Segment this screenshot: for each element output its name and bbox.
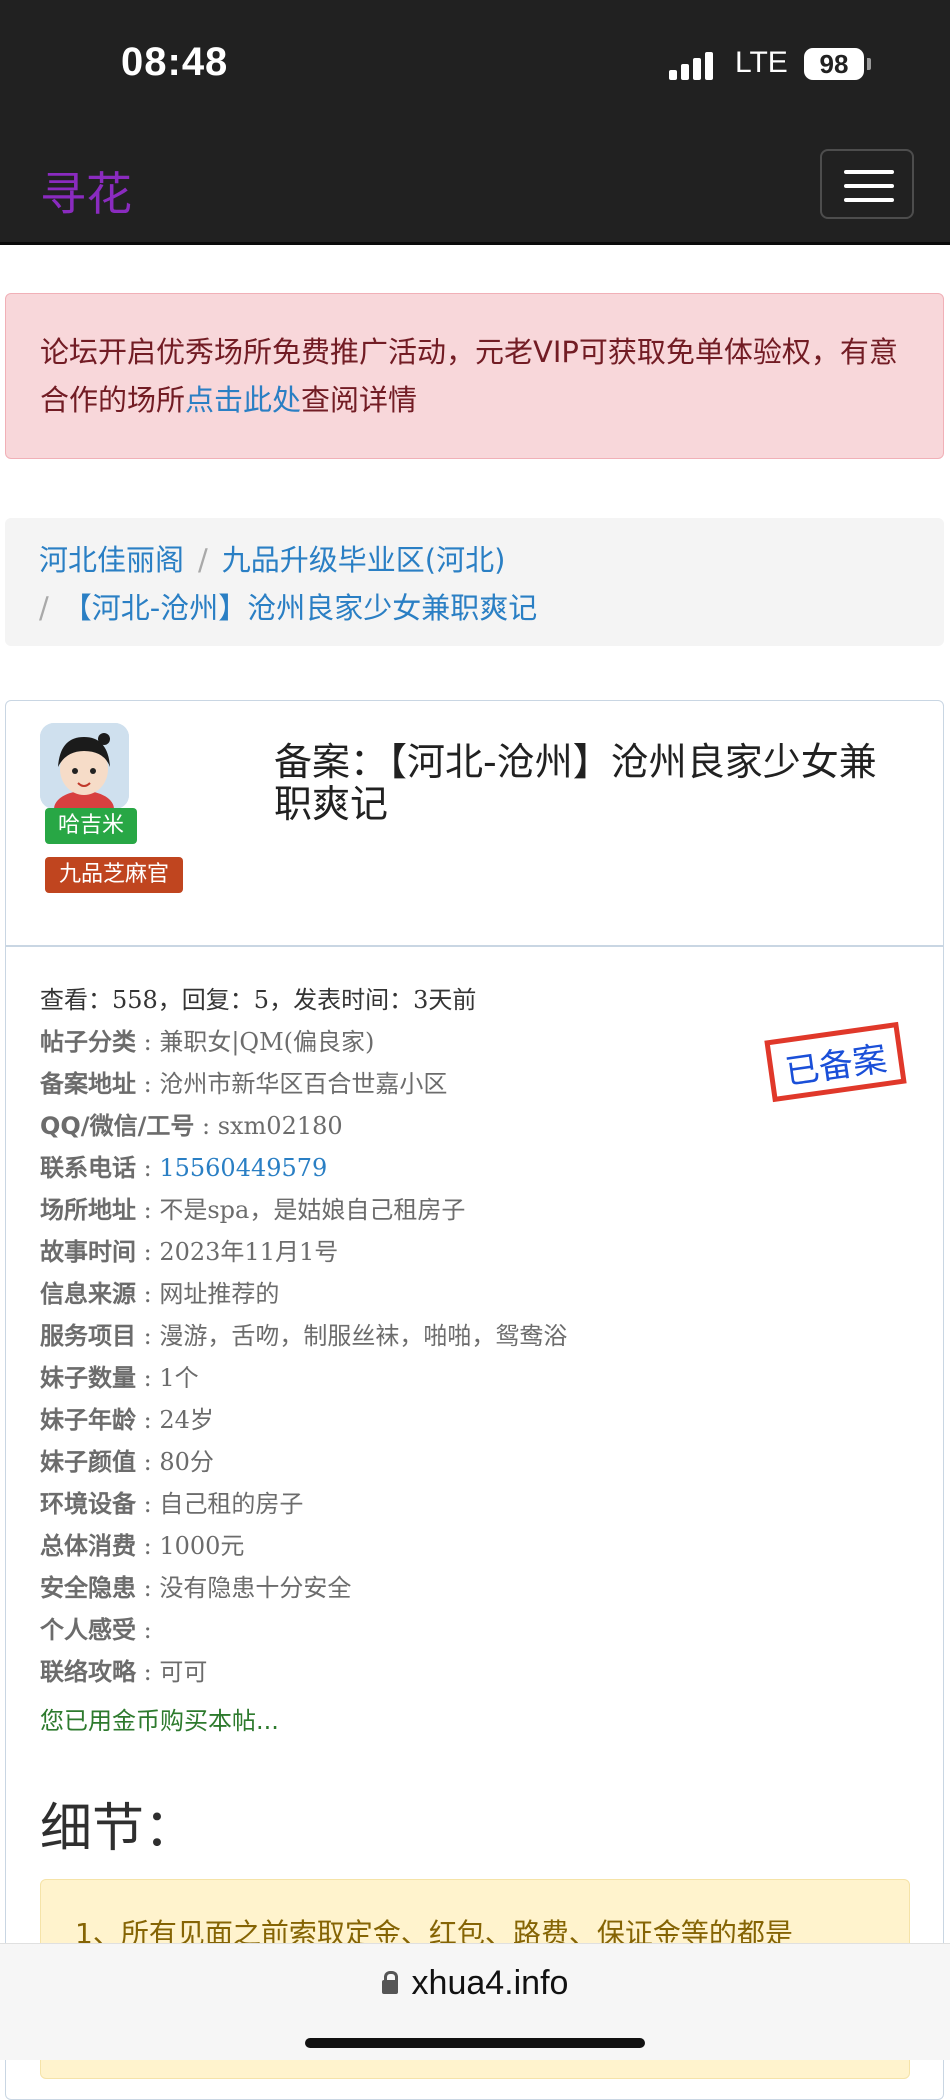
breadcrumb-item[interactable]: 河北佳丽阁 <box>39 543 184 577</box>
hamburger-icon <box>844 170 894 174</box>
info-row: QQ/微信/工号 : sxm02180 <box>40 1105 567 1147</box>
post-stats: 查看：558，回复：5，发表时间：3天前 <box>40 986 477 1014</box>
info-value: 1000元 <box>159 1532 245 1560</box>
info-value: 24岁 <box>159 1406 214 1434</box>
info-row: 信息来源 : 网址推荐的 <box>40 1273 567 1315</box>
info-value: 漫游，舌吻，制服丝袜，啪啪，鸳鸯浴 <box>159 1322 568 1350</box>
menu-toggle-button[interactable] <box>820 149 914 219</box>
info-row: 个人感受 : <box>40 1609 567 1651</box>
info-colon: : <box>136 1154 160 1182</box>
info-label: QQ/微信/工号 <box>40 1112 195 1140</box>
info-value: sxm02180 <box>217 1112 343 1140</box>
url-text: xhua4.info <box>411 1964 569 2002</box>
info-colon: : <box>136 1070 160 1098</box>
info-row: 场所地址 : 不是spa，是姑娘自己租房子 <box>40 1189 567 1231</box>
info-value: 可可 <box>159 1658 208 1686</box>
info-colon: : <box>136 1364 160 1392</box>
promo-alert: 论坛开启优秀场所免费推广活动，元老VIP可获取免单体验权，有意合作的场所点击此处… <box>5 293 944 459</box>
info-colon: : <box>136 1448 160 1476</box>
avatar[interactable] <box>40 723 129 809</box>
info-row: 联络攻略 : 可可 <box>40 1651 567 1693</box>
post-title: 备案：【河北-沧州】沧州良家少女兼职爽记 <box>274 740 877 826</box>
battery-icon: 98 <box>804 48 864 80</box>
info-row: 妹子数量 : 1个 <box>40 1357 567 1399</box>
info-row: 帖子分类 : 兼职女|QM(偏良家) <box>40 1021 567 1063</box>
info-label: 联络攻略 <box>40 1658 136 1686</box>
info-row: 妹子颜值 : 80分 <box>40 1441 567 1483</box>
info-colon: : <box>136 1616 152 1644</box>
info-colon: : <box>136 1490 160 1518</box>
signal-icon <box>669 50 719 80</box>
info-label: 总体消费 <box>40 1532 136 1560</box>
post-info: 查看：558，回复：5，发表时间：3天前 帖子分类 : 兼职女|QM(偏良家) 备… <box>40 979 567 1693</box>
info-value: 沧州市新华区百合世嘉小区 <box>159 1070 448 1098</box>
info-row: 备案地址 : 沧州市新华区百合世嘉小区 <box>40 1063 567 1105</box>
browser-bottom-bar: xhua4.info <box>0 1943 950 2060</box>
info-value: 兼职女|QM(偏良家) <box>159 1028 375 1056</box>
info-label: 联系电话 <box>40 1154 136 1182</box>
filed-stamp: 已备案 <box>764 1021 907 1103</box>
info-label: 安全隐患 <box>40 1574 136 1602</box>
breadcrumb-item-current[interactable]: 【河北-沧州】沧州良家少女兼职爽记 <box>63 591 537 625</box>
post-header: 哈吉米 九品芝麻官 备案：【河北-沧州】沧州良家少女兼职爽记 <box>6 701 943 947</box>
info-label: 服务项目 <box>40 1322 136 1350</box>
details-heading: 细节： <box>40 1799 197 1859</box>
info-value: 1个 <box>159 1364 199 1392</box>
info-value: 没有隐患十分安全 <box>159 1574 352 1602</box>
info-colon: : <box>136 1574 160 1602</box>
info-colon: : <box>136 1322 160 1350</box>
navbar: 寻花 <box>0 128 950 245</box>
alert-link[interactable]: 点击此处 <box>185 383 301 417</box>
info-value: 2023年11月1号 <box>159 1238 339 1266</box>
info-row: 安全隐患 : 没有隐患十分安全 <box>40 1567 567 1609</box>
info-colon: : <box>136 1280 160 1308</box>
info-label: 备案地址 <box>40 1070 136 1098</box>
info-row: 故事时间 : 2023年11月1号 <box>40 1231 567 1273</box>
info-colon: : <box>136 1658 160 1686</box>
info-colon: : <box>136 1532 160 1560</box>
breadcrumb-separator: / <box>198 543 208 577</box>
status-bar: 08:48 LTE 98 <box>0 0 950 128</box>
address-bar[interactable]: xhua4.info <box>0 1964 950 2003</box>
info-value: 80分 <box>159 1448 214 1476</box>
info-label: 帖子分类 <box>40 1028 136 1056</box>
info-label: 故事时间 <box>40 1238 136 1266</box>
info-label: 妹子颜值 <box>40 1448 136 1476</box>
info-label: 场所地址 <box>40 1196 136 1224</box>
breadcrumb-separator: / <box>39 591 49 625</box>
rank-badge: 九品芝麻官 <box>45 857 184 893</box>
info-colon: : <box>136 1406 160 1434</box>
home-indicator[interactable] <box>305 2038 645 2048</box>
info-label: 妹子数量 <box>40 1364 136 1392</box>
info-value: 自己租的房子 <box>159 1490 304 1518</box>
clock: 08:48 <box>121 40 229 84</box>
info-row: 服务项目 : 漫游，舌吻，制服丝袜，啪啪，鸳鸯浴 <box>40 1315 567 1357</box>
info-label: 妹子年龄 <box>40 1406 136 1434</box>
alert-text-end: 查阅详情 <box>301 383 418 417</box>
battery-tip <box>867 58 871 70</box>
info-colon: : <box>136 1028 160 1056</box>
network-type: LTE <box>735 46 788 79</box>
info-label: 环境设备 <box>40 1490 136 1518</box>
post-card: 哈吉米 九品芝麻官 备案：【河北-沧州】沧州良家少女兼职爽记 已备案 查看：55… <box>5 700 944 2100</box>
info-colon: : <box>136 1196 160 1224</box>
info-label: 个人感受 <box>40 1616 136 1644</box>
info-label: 信息来源 <box>40 1280 136 1308</box>
info-row: 妹子年龄 : 24岁 <box>40 1399 567 1441</box>
breadcrumb-item[interactable]: 九品升级毕业区(河北) <box>222 543 506 577</box>
breadcrumb: 河北佳丽阁 / 九品升级毕业区(河北) / 【河北-沧州】沧州良家少女兼职爽记 <box>5 518 944 646</box>
brand-logo[interactable]: 寻花 <box>40 158 132 224</box>
lock-icon <box>381 1971 398 1994</box>
username-badge[interactable]: 哈吉米 <box>45 808 138 844</box>
phone-link[interactable]: 15560449579 <box>159 1154 327 1182</box>
info-row: 联系电话 : 15560449579 <box>40 1147 567 1189</box>
info-row: 总体消费 : 1000元 <box>40 1525 567 1567</box>
info-colon: : <box>194 1112 218 1140</box>
alert-text: 论坛开启优秀场所免费推广活动，元老VIP可获取免单体验权，有意合作的场所 <box>40 335 898 417</box>
info-colon: : <box>136 1238 160 1266</box>
info-value: 不是spa，是姑娘自己租房子 <box>159 1196 466 1224</box>
info-value: 网址推荐的 <box>159 1280 280 1308</box>
info-row: 环境设备 : 自己租的房子 <box>40 1483 567 1525</box>
purchased-note: 您已用金币购买本帖... <box>40 1707 279 1735</box>
